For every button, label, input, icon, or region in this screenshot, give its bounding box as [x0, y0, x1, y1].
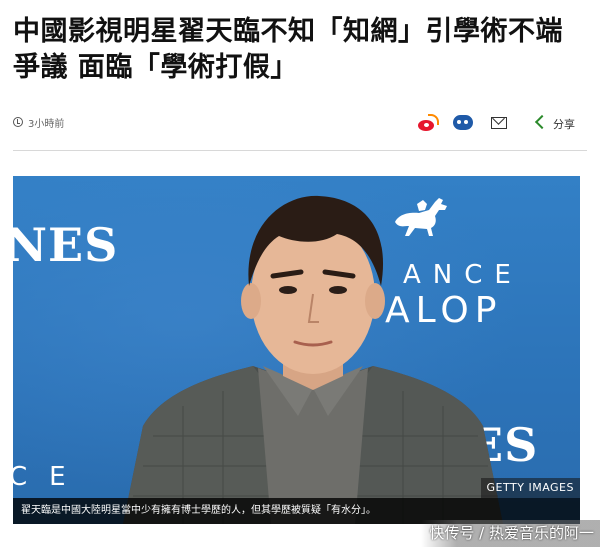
share-button[interactable]: 分享 [534, 114, 587, 132]
headline-line-1: 中國影視明星翟天臨不知「知網」引學術不端 [13, 16, 563, 47]
article-headline: 中國影視明星翟天臨不知「知網」引學術不端 爭議 面臨「學術打假」 [13, 14, 591, 86]
wechat-icon[interactable] [453, 114, 475, 132]
source-watermark: 快传号 / 热爱音乐的阿一 [421, 520, 600, 547]
actor-portrait [123, 195, 503, 524]
mail-icon[interactable] [489, 114, 511, 132]
backdrop-word: NES [13, 218, 119, 272]
headline-line-2: 爭議 面臨「學術打假」 [13, 52, 298, 83]
weibo-icon[interactable] [417, 114, 439, 132]
clock-icon [13, 117, 23, 127]
article-photo: NES ANCE ALOP NES CE [13, 176, 580, 524]
article-meta: 3小時前 分享 [13, 112, 587, 136]
share-icon [534, 114, 550, 130]
photo-credit: GETTY IMAGES [480, 478, 580, 498]
article-timestamp: 3小時前 [28, 119, 65, 130]
share-bar: 分享 [387, 112, 587, 136]
share-label: 分享 [553, 118, 575, 131]
divider [13, 150, 587, 151]
backdrop-word: CE [13, 462, 88, 492]
